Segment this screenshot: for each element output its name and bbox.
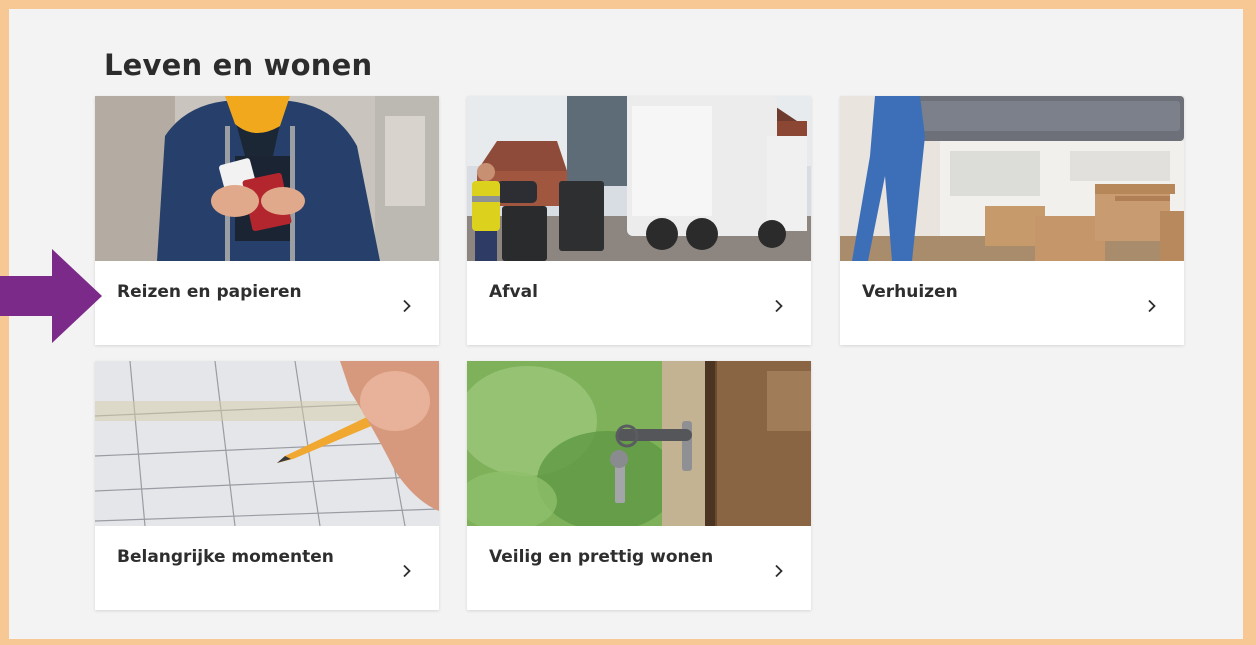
card-verhuizen[interactable]: Verhuizen bbox=[840, 96, 1184, 345]
card-label: Verhuizen bbox=[862, 282, 958, 302]
card-belangrijke-momenten[interactable]: Belangrijke momenten bbox=[95, 361, 439, 610]
card-label: Afval bbox=[489, 282, 538, 302]
card-label: Reizen en papieren bbox=[117, 282, 302, 302]
card-label: Belangrijke momenten bbox=[117, 547, 334, 567]
moving-boxes-photo bbox=[840, 96, 1184, 261]
chevron-right-icon bbox=[1148, 299, 1156, 313]
chevron-right-icon bbox=[403, 299, 411, 313]
card-label: Veilig en prettig wonen bbox=[489, 547, 714, 567]
garbage-truck-photo bbox=[467, 96, 811, 261]
pointer-arrow-icon bbox=[0, 249, 102, 343]
card-afval[interactable]: Afval bbox=[467, 96, 811, 345]
traveler-with-passport-photo bbox=[95, 96, 439, 261]
chevron-right-icon bbox=[775, 564, 783, 578]
chevron-right-icon bbox=[775, 299, 783, 313]
card-veilig-en-prettig-wonen[interactable]: Veilig en prettig wonen bbox=[467, 361, 811, 610]
key-in-door-photo bbox=[467, 361, 811, 526]
calendar-pencil-photo bbox=[95, 361, 439, 526]
page-title: Leven en wonen bbox=[104, 48, 373, 82]
card-reizen-en-papieren[interactable]: Reizen en papieren bbox=[95, 96, 439, 345]
chevron-right-icon bbox=[403, 564, 411, 578]
